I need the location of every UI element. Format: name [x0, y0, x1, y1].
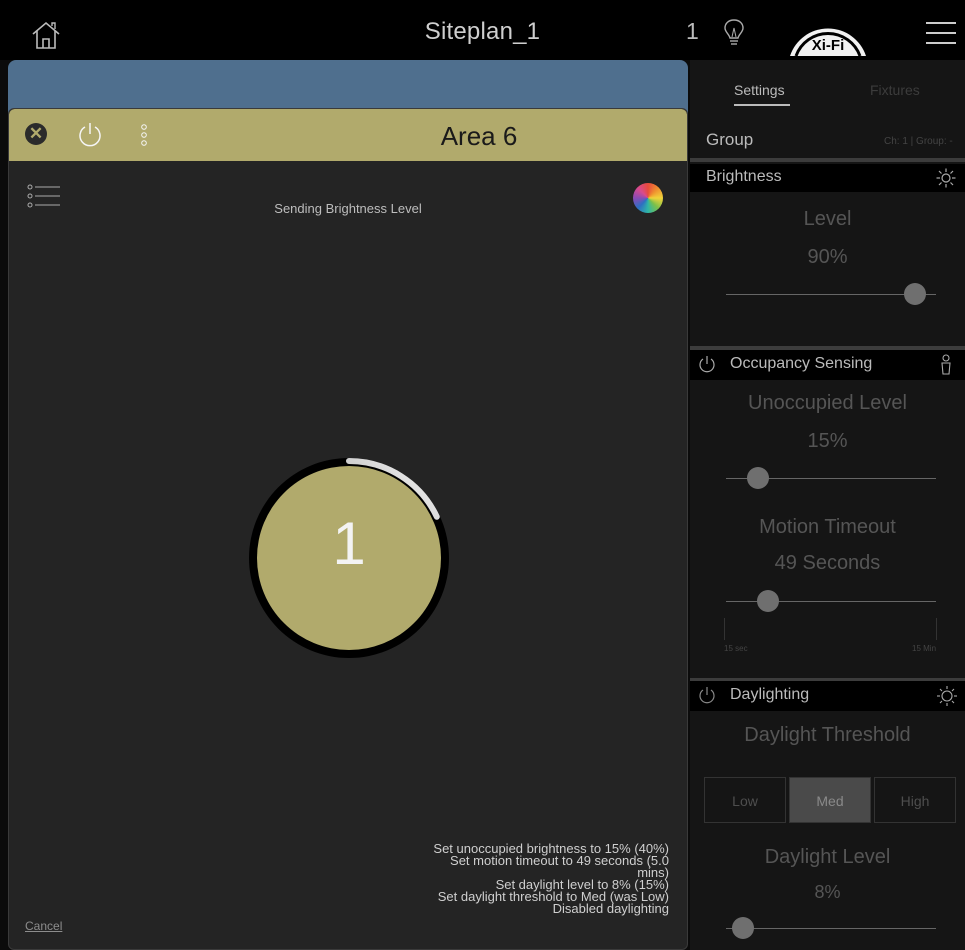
group-label: Group: [706, 130, 754, 149]
timeout-min-label: 15 sec: [724, 644, 748, 653]
color-wheel-icon[interactable]: [633, 183, 663, 213]
brightness-header: Brightness: [690, 164, 965, 192]
command-log: Set unoccupied brightness to 15% (40%) S…: [339, 842, 669, 916]
occupancy-title: Occupancy Sensing: [730, 355, 873, 372]
log-line: Disabled daylighting: [552, 901, 669, 916]
motion-timeout-slider-knob[interactable]: [757, 590, 779, 612]
cancel-link[interactable]: Cancel: [25, 919, 62, 933]
lightbulb-icon[interactable]: [722, 17, 746, 47]
group-info: Ch: 1 | Group: -: [884, 136, 953, 147]
tick-max: [936, 618, 937, 640]
power-icon[interactable]: [698, 355, 716, 375]
sun-icon: [936, 168, 956, 188]
daylight-level-slider-knob[interactable]: [731, 917, 754, 939]
daylight-level-label: Daylight Level: [764, 846, 891, 868]
settings-panel: Settings Fixtures Group Ch: 1 | Group: -…: [690, 60, 965, 950]
active-tab-indicator: [734, 104, 790, 106]
more-options-icon[interactable]: [139, 121, 149, 151]
motion-timeout-label: Motion Timeout: [759, 516, 896, 538]
status-label: Sending Brightness Level: [274, 201, 422, 216]
area-modal: ✕ Area 6 Sending Brightness Level 1 Set …: [8, 108, 688, 950]
tab-settings[interactable]: Settings: [734, 82, 785, 98]
close-icon: ✕: [28, 124, 44, 143]
power-icon[interactable]: [698, 686, 716, 706]
occupancy-header: Occupancy Sensing: [690, 350, 965, 380]
threshold-low-button[interactable]: Low: [704, 777, 786, 823]
daylight-level-value: 8%: [814, 882, 841, 902]
brightness-level-label: Level: [803, 208, 852, 230]
divider: [690, 158, 965, 162]
daylight-threshold-label: Daylight Threshold: [744, 724, 911, 746]
brightness-level-value: 90%: [807, 246, 848, 268]
modal-header: ✕ Area 6: [9, 109, 687, 161]
logo-text: Xi-Fi: [812, 37, 845, 54]
area-title: Area 6: [440, 121, 518, 151]
brightness-slider-knob[interactable]: [904, 283, 926, 305]
dial-value: 1: [332, 510, 366, 577]
count-badge: 1: [686, 18, 699, 44]
daylighting-header: Daylighting: [690, 681, 965, 711]
unoccupied-level-value: 15%: [807, 430, 848, 452]
brightness-title: Brightness: [706, 168, 782, 185]
unoccupied-level-label: Unoccupied Level: [748, 392, 907, 414]
unoccupied-slider-knob[interactable]: [746, 467, 769, 489]
person-icon: [941, 354, 951, 375]
log-line: Set motion timeout to 49 seconds (5.0: [450, 853, 669, 868]
close-button[interactable]: ✕: [25, 123, 47, 145]
daylight-sun-icon: [937, 686, 957, 706]
daylighting-title: Daylighting: [730, 686, 810, 703]
threshold-high-button[interactable]: High: [874, 777, 956, 823]
daylight-level-slider-track[interactable]: [726, 928, 936, 929]
motion-timeout-value: 49 Seconds: [774, 552, 881, 574]
timeout-max-label: 15 Min: [912, 644, 937, 653]
tab-fixtures[interactable]: Fixtures: [870, 82, 920, 98]
threshold-segmented-control: Low Med High: [704, 777, 956, 825]
power-icon[interactable]: [77, 121, 103, 149]
xifi-logo: Xi-Fi: [780, 10, 876, 58]
tick-min: [724, 618, 725, 640]
threshold-med-button[interactable]: Med: [789, 777, 871, 823]
hamburger-menu-icon[interactable]: [925, 20, 957, 46]
